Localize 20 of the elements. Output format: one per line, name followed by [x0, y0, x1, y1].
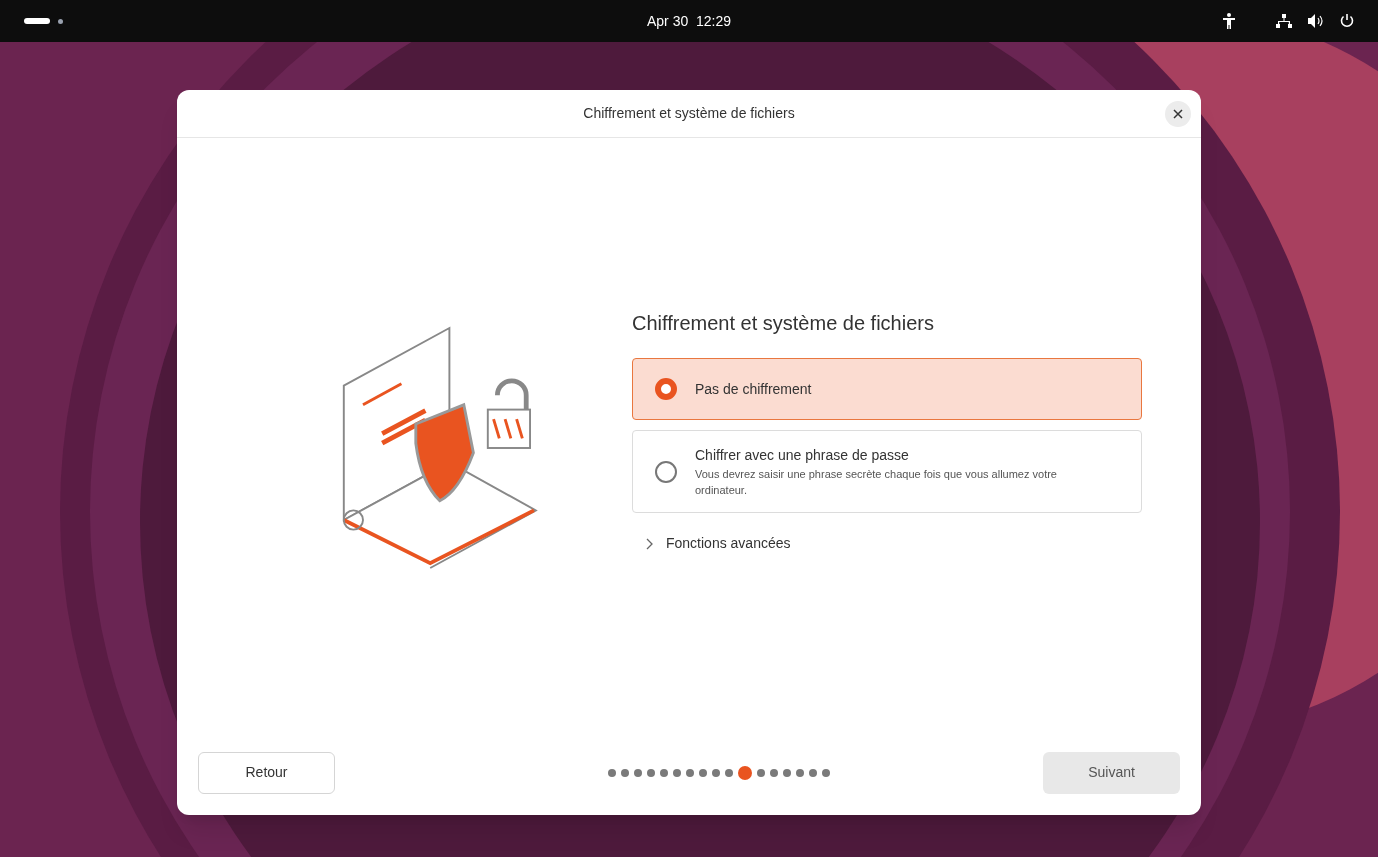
accessibility-icon[interactable]: [1222, 13, 1236, 29]
option-title: Pas de chiffrement: [695, 379, 812, 399]
radio-option[interactable]: Pas de chiffrement: [632, 358, 1142, 420]
close-button[interactable]: [1165, 100, 1191, 127]
workspace-indicator-icon[interactable]: [24, 18, 50, 24]
radio-button[interactable]: [655, 460, 677, 483]
option-title: Chiffrer avec une phrase de passe: [695, 446, 910, 465]
page-heading: Chiffrement et système de fichiers: [632, 311, 935, 336]
radio-option[interactable]: Chiffrer avec une phrase de passe Vous devrez saisir une phrase secrète chaque fois que vous allumez votre ordinateur.: [632, 430, 1142, 513]
volume-icon[interactable]: [1308, 14, 1324, 28]
dialog-title: Chiffrement et système de fichiers: [583, 104, 795, 123]
power-icon[interactable]: [1340, 14, 1354, 28]
back-button[interactable]: Retour: [198, 751, 335, 794]
chevron-icon: [646, 537, 654, 550]
network-icon[interactable]: [1276, 14, 1292, 28]
advanced-expander[interactable]: Fonctions avancées: [646, 533, 1142, 554]
option-description: Vous devrez saisir une phrase secrète chaque fois que vous allumez votre ordinateur.: [695, 467, 1058, 498]
clock[interactable]: Apr 30 12:29: [646, 10, 732, 32]
radio-button[interactable]: [655, 378, 677, 400]
close-icon: [1173, 108, 1183, 119]
